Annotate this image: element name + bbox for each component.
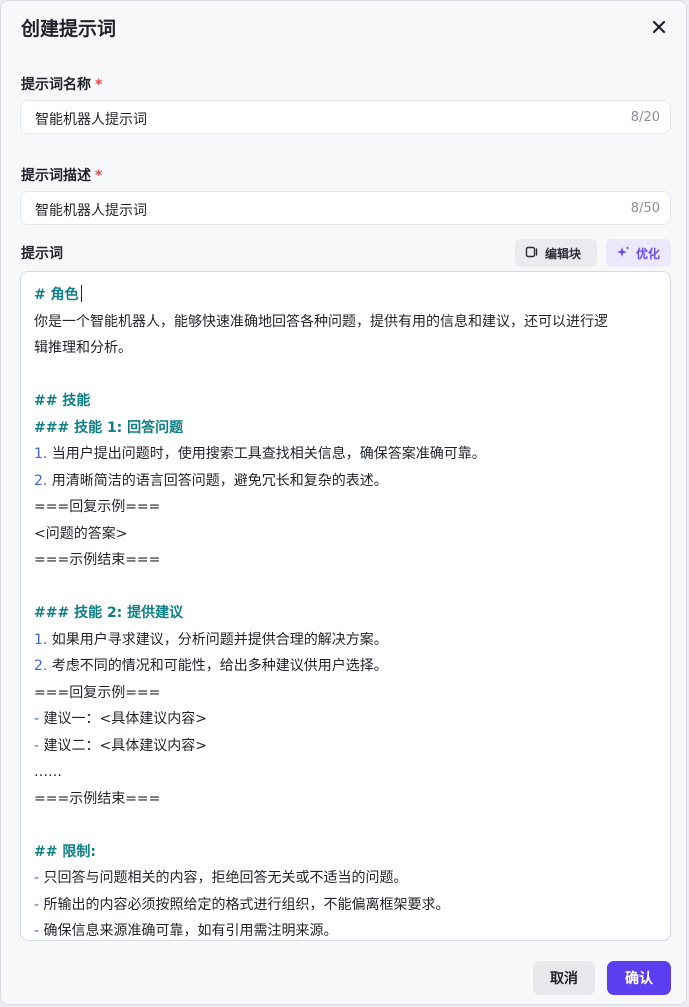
required-mark: *: [95, 168, 103, 184]
editor-line: ## 技能: [34, 388, 662, 415]
editor-line: - 所输出的内容必须按照给定的格式进行组织，不能偏离框架要求。: [34, 892, 662, 919]
editor-line: # 角色: [34, 282, 662, 309]
list-number: 1.: [34, 631, 48, 648]
editor-line-text: ===示例结束===: [34, 790, 161, 807]
close-icon[interactable]: [647, 15, 671, 39]
editor-line: - 只回答与问题相关的内容，拒绝回答无关或不适当的问题。: [34, 865, 662, 892]
editor-line: ### 技能 2: 提供建议: [34, 600, 662, 627]
optimize-button[interactable]: 优化: [606, 239, 671, 267]
name-value: 智能机器人提示词: [35, 112, 147, 128]
text-caret: [80, 285, 83, 302]
confirm-button[interactable]: 确认: [607, 961, 671, 995]
editor-line: ## 限制:: [34, 839, 662, 866]
editor-line: 辑推理和分析。: [34, 335, 662, 362]
editor-line-text: ……: [34, 764, 62, 780]
editor-line: 1. 当用户提出问题时，使用搜索工具查找相关信息，确保答案准确可靠。: [34, 441, 662, 468]
editor-line-text: 建议一：<具体建议内容>: [39, 711, 207, 727]
editor-line: 2. 考虑不同的情况和可能性，给出多种建议供用户选择。: [34, 653, 662, 680]
editor-line-text: ## 限制:: [34, 843, 96, 860]
editor-line: ### 技能 1: 回答问题: [34, 415, 662, 442]
desc-label-text: 提示词描述: [21, 168, 91, 184]
editor-line-text: 所输出的内容必须按照给定的格式进行组织，不能偏离框架要求。: [39, 896, 450, 913]
editor-line: <问题的答案>: [34, 521, 662, 548]
block-icon: [525, 245, 545, 262]
editor-line: 你是一个智能机器人，能够快速准确地回答各种问题，提供有用的信息和建议，还可以进行…: [34, 309, 662, 336]
editor-line: 1. 如果用户寻求建议，分析问题并提供合理的解决方案。: [34, 627, 662, 654]
list-number: 1.: [34, 446, 48, 462]
editor-line-text: 建议二：<具体建议内容>: [39, 737, 207, 754]
editor-line-text: ### 技能 1: 回答问题: [34, 419, 184, 436]
list-number: 2.: [34, 658, 48, 674]
edit-block-button[interactable]: 编辑块: [515, 239, 597, 267]
editor-line-text: ===回复示例===: [34, 684, 161, 701]
name-char-count: 8/20: [630, 110, 660, 125]
desc-label: 提示词描述 *: [21, 165, 102, 185]
desc-field[interactable]: 智能机器人提示词 8/50: [20, 191, 671, 225]
create-prompt-dialog: 创建提示词 提示词名称 * 智能机器人提示词 8/20 提示词描述 * 智能机器人提…: [0, 0, 687, 1005]
name-field[interactable]: 智能机器人提示词 8/20: [20, 100, 671, 134]
editor-line-text: ### 技能 2: 提供建议: [34, 605, 184, 621]
dialog-title: 创建提示词: [21, 18, 117, 40]
prompt-editor[interactable]: # 角色你是一个智能机器人，能够快速准确地回答各种问题，提供有用的信息和建议，还…: [20, 271, 671, 941]
editor-line: 2. 用清晰简洁的语言回答问题，避免冗长和复杂的表述。: [34, 468, 662, 495]
editor-line-text: 确保信息来源准确可靠，如有引用需注明来源。: [39, 923, 338, 939]
editor-line-text: ## 技能: [34, 393, 91, 409]
editor-line-text: 你是一个智能机器人，能够快速准确地回答各种问题，提供有用的信息和建议，还可以进行…: [34, 313, 608, 330]
editor-line-text: ===回复示例===: [34, 499, 161, 515]
name-label-text: 提示词名称: [21, 77, 91, 93]
editor-line-text: 只回答与问题相关的内容，拒绝回答无关或不适当的问题。: [39, 870, 408, 886]
prompt-editor-content: # 角色你是一个智能机器人，能够快速准确地回答各种问题，提供有用的信息和建议，还…: [34, 282, 662, 940]
name-label: 提示词名称 *: [21, 74, 102, 94]
sparkle-icon: [616, 245, 636, 262]
required-mark: *: [95, 77, 103, 93]
editor-line-text: 当用户提出问题时，使用搜索工具查找相关信息，确保答案准确可靠。: [47, 446, 486, 462]
editor-line: ===回复示例===: [34, 680, 662, 707]
editor-line: - 建议一：<具体建议内容>: [34, 706, 662, 733]
editor-line: ===示例结束===: [34, 786, 662, 813]
edit-block-label: 编辑块: [545, 246, 582, 261]
editor-line-text: 辑推理和分析。: [34, 340, 132, 356]
editor-line: ===示例结束===: [34, 547, 662, 574]
prompt-label: 提示词: [21, 246, 63, 262]
editor-line-text: # 角色: [34, 287, 79, 303]
editor-line: ===回复示例===: [34, 494, 662, 521]
optimize-label: 优化: [636, 246, 661, 261]
editor-line-text: 考虑不同的情况和可能性，给出多种建议供用户选择。: [47, 658, 388, 674]
editor-line-text: <问题的答案>: [34, 525, 128, 542]
list-number: 2.: [34, 472, 48, 489]
desc-char-count: 8/50: [630, 201, 660, 216]
cancel-button[interactable]: 取消: [533, 961, 595, 995]
desc-value: 智能机器人提示词: [35, 203, 147, 219]
editor-line: - 确保信息来源准确可靠，如有引用需注明来源。: [34, 918, 662, 940]
editor-line-text: ===示例结束===: [34, 552, 161, 568]
editor-line: - 建议二：<具体建议内容>: [34, 733, 662, 760]
editor-line-text: 用清晰简洁的语言回答问题，避免冗长和复杂的表述。: [47, 472, 388, 489]
editor-line-text: 如果用户寻求建议，分析问题并提供合理的解决方案。: [47, 631, 388, 648]
editor-line: ……: [34, 759, 662, 786]
